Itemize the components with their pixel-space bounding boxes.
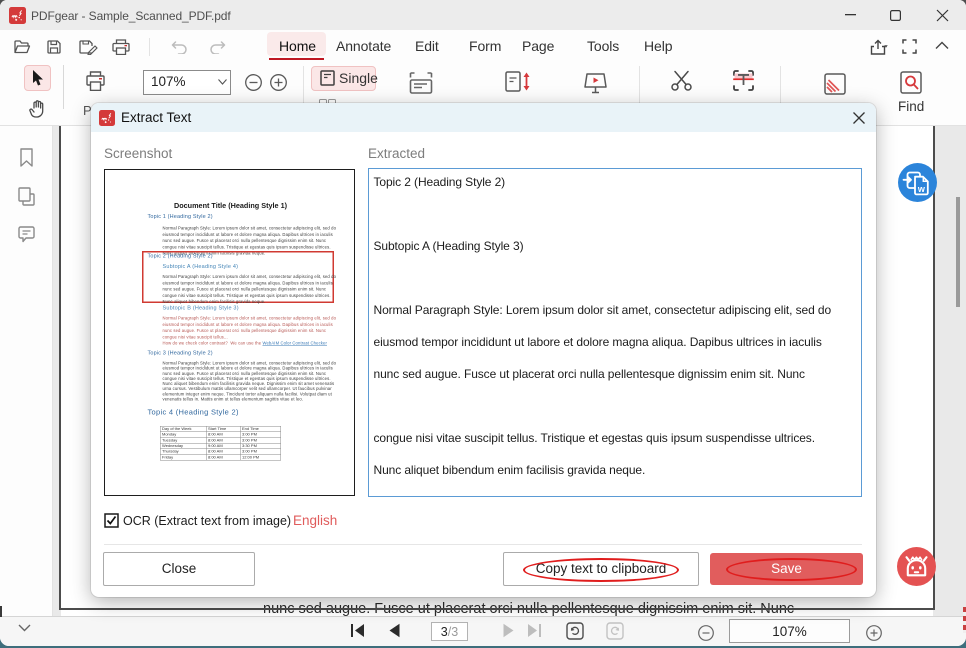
svg-text:w: w [917,184,926,194]
